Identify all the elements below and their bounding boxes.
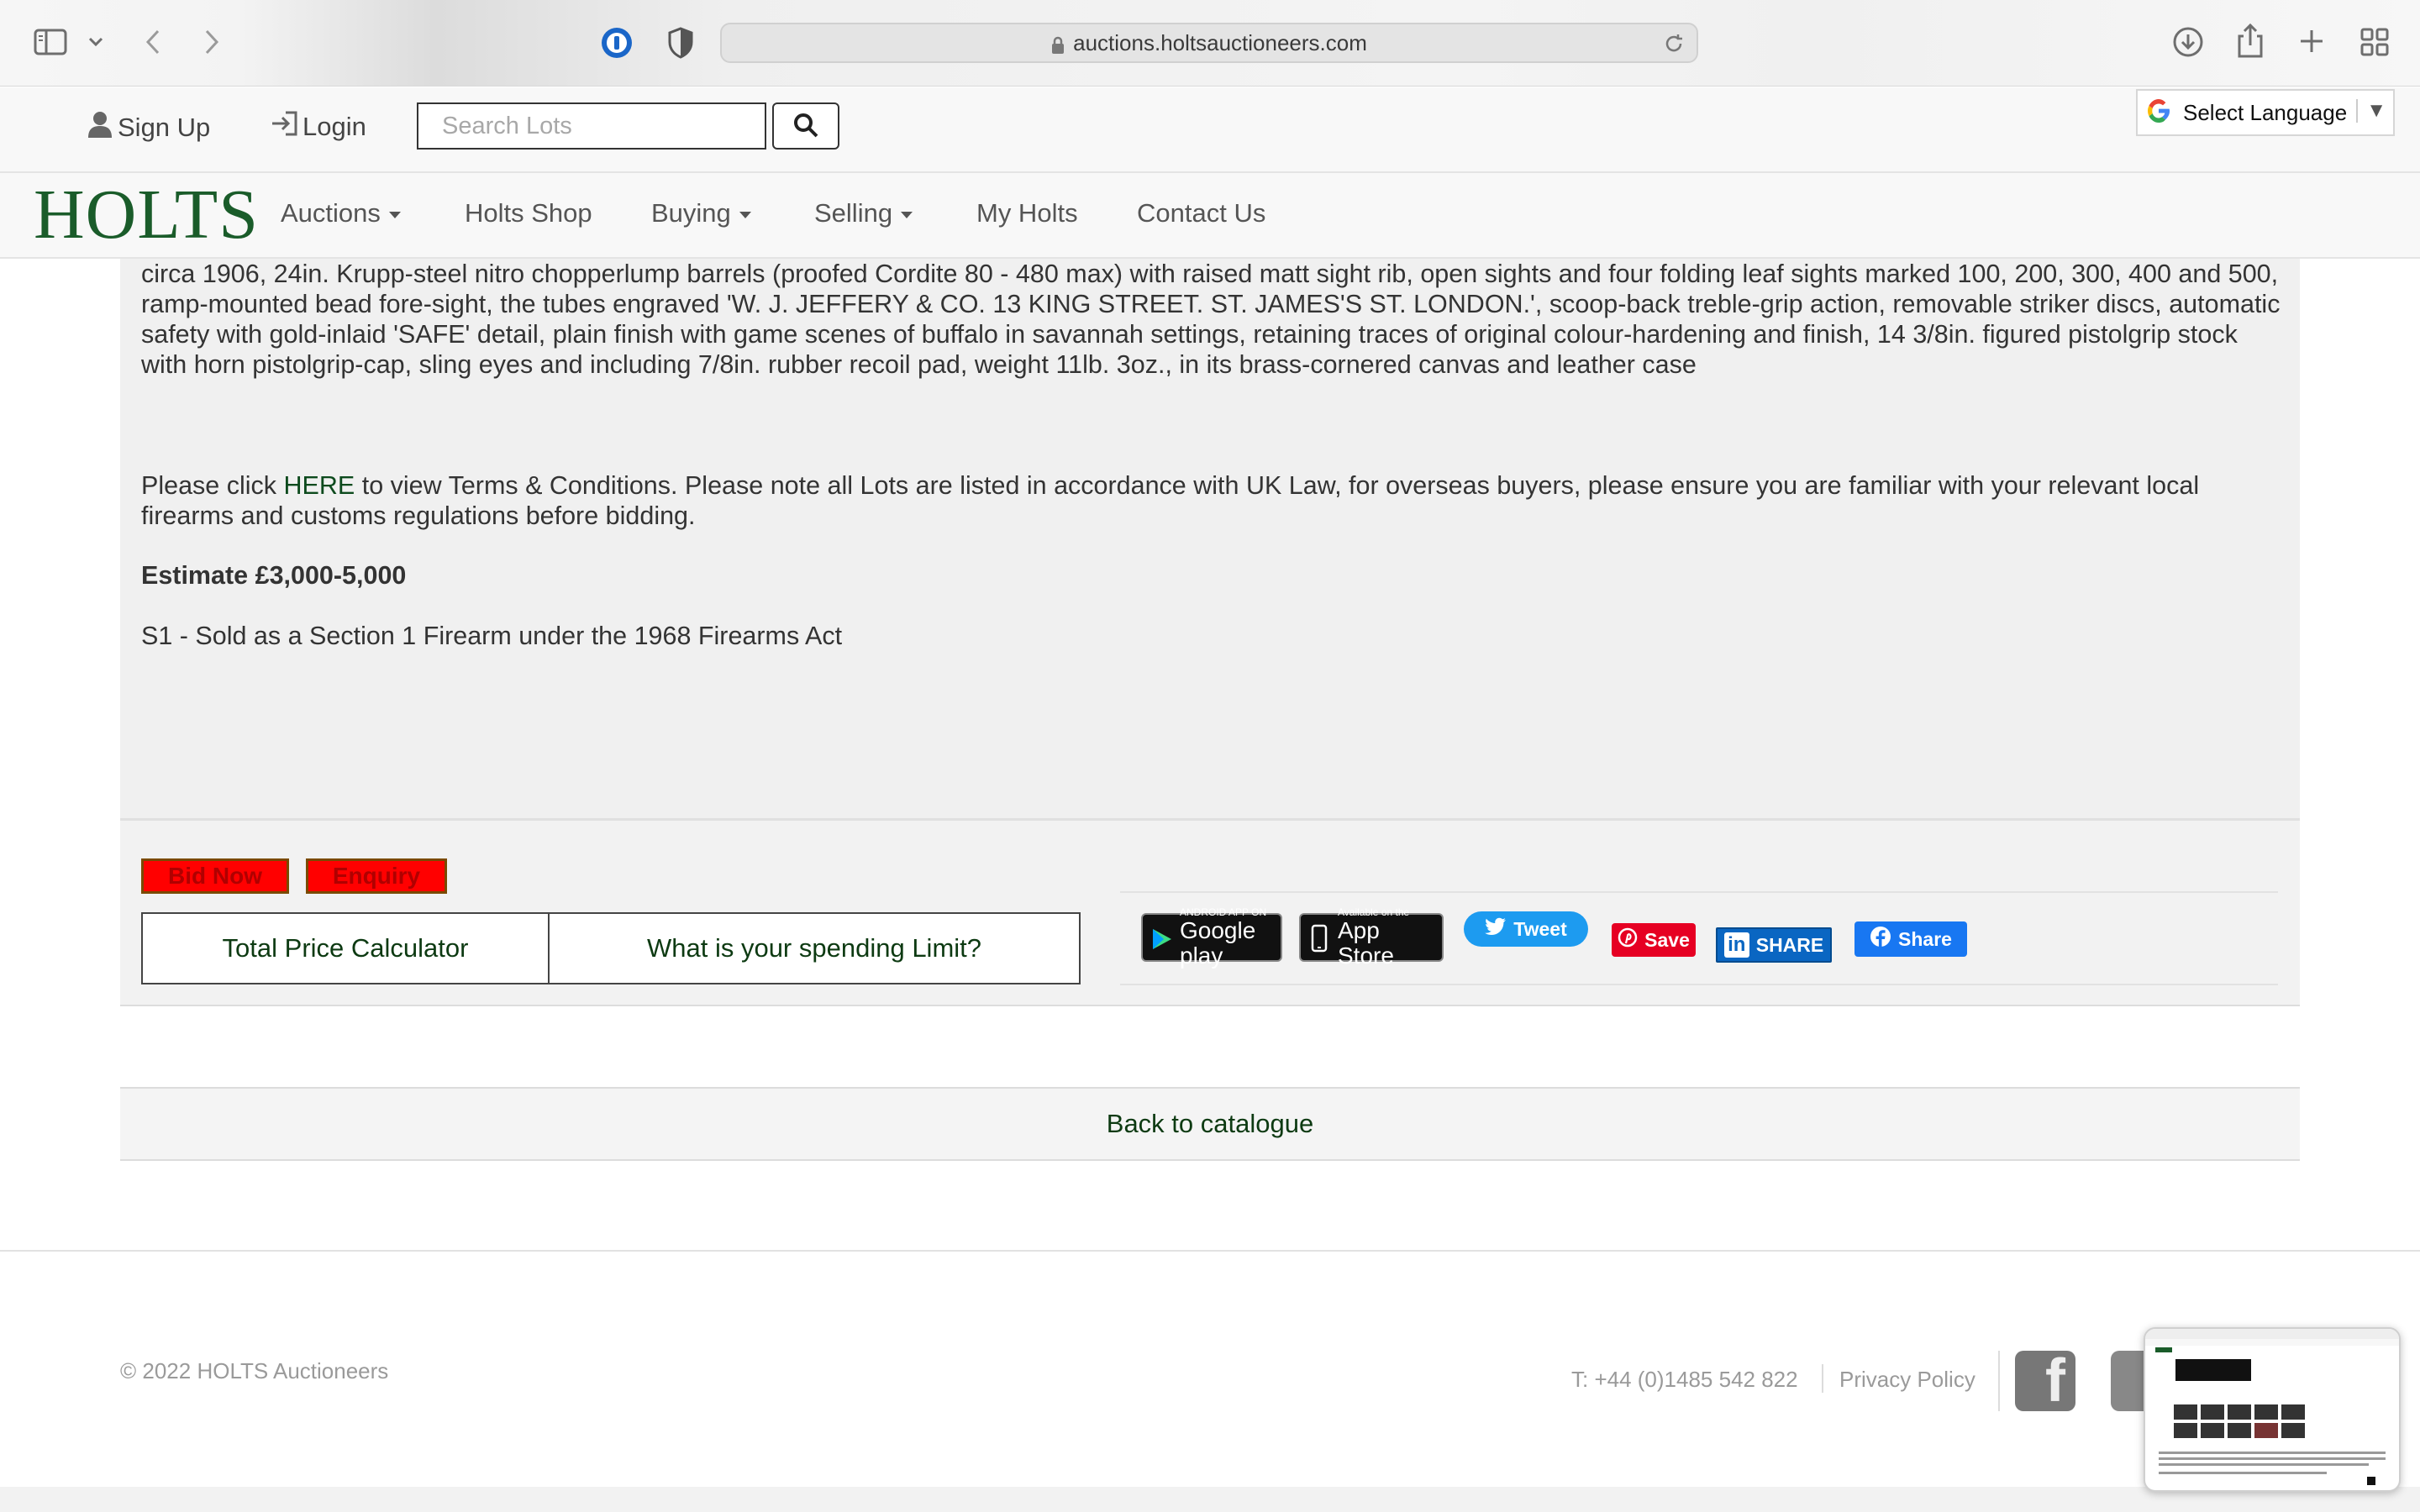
new-tab-plus-icon[interactable] — [2297, 27, 2326, 55]
app-store-big-text: App Store — [1338, 917, 1394, 969]
facebook-share-label: Share — [1898, 927, 1952, 950]
search-button[interactable] — [772, 102, 839, 150]
facebook-footer-icon[interactable]: f — [2015, 1351, 2075, 1411]
back-to-catalogue-link[interactable]: Back to catalogue — [120, 1087, 2300, 1161]
share-icon[interactable] — [2235, 22, 2265, 59]
password-manager-icon[interactable] — [600, 26, 634, 60]
search-icon — [793, 113, 818, 140]
google-play-big-text: Google play — [1180, 917, 1256, 969]
caret-down-icon — [388, 211, 401, 218]
pinterest-save-label: Save — [1644, 928, 1690, 951]
nav-buying[interactable]: Buying — [651, 198, 751, 228]
login-label: Login — [302, 112, 366, 141]
total-price-calculator-button[interactable]: Total Price Calculator — [141, 912, 550, 984]
pinterest-icon — [1618, 927, 1638, 953]
login-icon — [271, 111, 297, 143]
privacy-shield-icon[interactable] — [666, 26, 696, 60]
forward-arrow-icon[interactable] — [200, 27, 224, 57]
facebook-share-button[interactable]: Share — [1854, 921, 1967, 957]
language-select[interactable]: Select Language ▼ — [2136, 89, 2395, 136]
caret-down-icon — [739, 211, 751, 218]
user-icon — [87, 111, 113, 144]
linkedin-icon: in — [1723, 932, 1749, 958]
nav-selling-label: Selling — [814, 198, 893, 228]
dropdown-arrow-icon: ▼ — [2356, 99, 2386, 123]
instagram-footer-icon[interactable] — [2111, 1351, 2144, 1411]
footer-phone: T: +44 (0)1485 542 822 — [1571, 1367, 1798, 1392]
nav-selling[interactable]: Selling — [814, 198, 913, 228]
terms-here-link[interactable]: HERE — [284, 471, 355, 500]
downloads-icon[interactable] — [2171, 25, 2205, 59]
window-thumbnail-preview[interactable] — [2144, 1327, 2401, 1492]
copyright-text: © 2022 HOLTS Auctioneers — [120, 1358, 389, 1383]
nav-buying-label: Buying — [651, 198, 731, 228]
caret-down-icon — [901, 211, 913, 218]
reload-icon[interactable] — [1663, 33, 1685, 59]
lot-description: circa 1906, 24in. Krupp-steel nitro chop… — [141, 260, 2281, 379]
terms-text-after: to view Terms & Conditions. Please note … — [141, 471, 2200, 530]
nav-auctions[interactable]: Auctions — [281, 198, 401, 228]
privacy-policy-link[interactable]: Privacy Policy — [1839, 1367, 1975, 1393]
terms-text-before: Please click — [141, 471, 284, 500]
browser-toolbar: auctions.holtsauctioneers.com — [0, 0, 2420, 87]
back-arrow-icon[interactable] — [141, 27, 165, 57]
lot-estimate: Estimate £3,000-5,000 — [141, 561, 407, 590]
enquiry-button[interactable]: Enquiry — [306, 858, 447, 894]
language-select-label: Select Language — [2183, 99, 2348, 125]
lock-icon — [1051, 36, 1065, 54]
nav-my-holts-label: My Holts — [976, 198, 1078, 228]
linkedin-share-button[interactable]: in SHARE — [1716, 927, 1832, 963]
footer-separator — [1822, 1364, 1823, 1393]
nav-contact-us[interactable]: Contact Us — [1137, 198, 1265, 228]
nav-holts-shop[interactable]: Holts Shop — [465, 198, 592, 228]
tab-overview-icon[interactable] — [2360, 27, 2390, 57]
google-play-badge[interactable]: ANDROID APP ON Google play — [1141, 906, 1282, 969]
terms-notice: Please click HERE to view Terms & Condit… — [141, 470, 2284, 531]
nav-auctions-label: Auctions — [281, 198, 381, 228]
google-g-icon — [2144, 97, 2173, 129]
linkedin-share-label: SHARE — [1755, 933, 1824, 956]
address-bar[interactable]: auctions.holtsauctioneers.com — [720, 23, 1698, 63]
nav-holts-shop-label: Holts Shop — [465, 198, 592, 228]
footer-separator — [1998, 1351, 2000, 1411]
bid-now-button[interactable]: Bid Now — [141, 858, 289, 894]
iphone-icon — [1311, 924, 1328, 957]
footer-bottom-strip — [0, 1487, 2420, 1512]
login-link[interactable]: Login — [271, 111, 366, 143]
app-store-badge[interactable]: Available on the App Store — [1299, 906, 1444, 969]
back-to-catalogue-label: Back to catalogue — [1106, 1109, 1314, 1138]
holts-logo[interactable]: HOLTS — [34, 173, 259, 257]
pinterest-save-button[interactable]: Save — [1612, 923, 1696, 957]
tweet-label: Tweet — [1513, 917, 1567, 940]
section-note: S1 - Sold as a Section 1 Firearm under t… — [141, 622, 843, 650]
url-text: auctions.holtsauctioneers.com — [1073, 29, 1367, 55]
nav-my-holts[interactable]: My Holts — [976, 198, 1078, 228]
search-lots-input[interactable] — [417, 102, 766, 150]
spending-limit-button[interactable]: What is your spending Limit? — [548, 912, 1081, 984]
app-store-small-text: Available on the — [1338, 906, 1410, 918]
sign-up-label: Sign Up — [118, 113, 211, 142]
tweet-button[interactable]: Tweet — [1464, 911, 1588, 947]
chevron-down-icon[interactable] — [86, 34, 106, 50]
sidebar-toggle-icon[interactable] — [32, 27, 69, 57]
share-strip — [1120, 891, 2278, 985]
sign-up-link[interactable]: Sign Up — [87, 111, 210, 144]
twitter-bird-icon — [1485, 917, 1507, 941]
facebook-icon — [1870, 926, 1891, 953]
google-play-triangle-icon — [1151, 927, 1173, 955]
google-play-small-text: ANDROID APP ON — [1180, 906, 1267, 918]
nav-contact-us-label: Contact Us — [1137, 198, 1266, 228]
